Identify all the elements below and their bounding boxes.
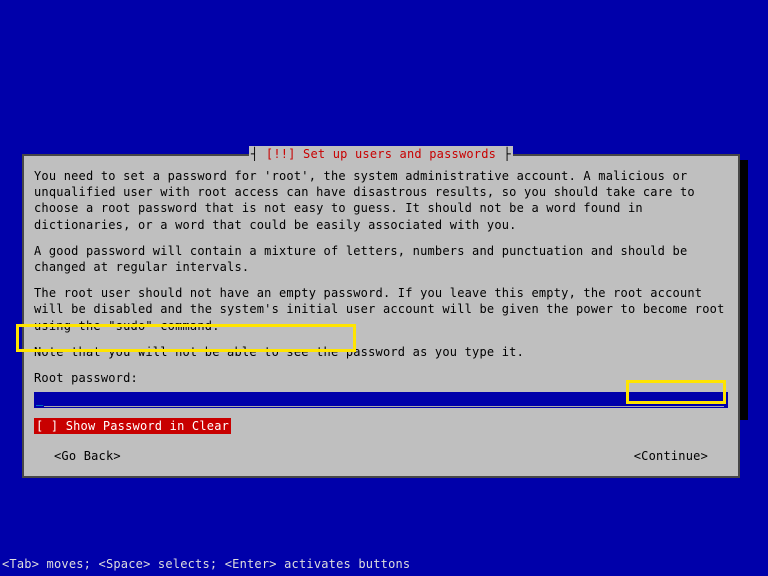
go-back-button[interactable]: <Go Back> (54, 448, 121, 464)
text-cursor-icon: _ (36, 391, 43, 407)
dialog-title-prefix: [!!] (266, 147, 303, 161)
footer-hint: <Tab> moves; <Space> selects; <Enter> ac… (2, 556, 410, 572)
dialog-paragraph-4: Note that you will not be able to see th… (34, 344, 728, 360)
dialog-title-wrap: ┤ [!!] Set up users and passwords ├ (24, 146, 738, 162)
installer-dialog: ┤ [!!] Set up users and passwords ├ You … (22, 154, 740, 478)
password-field-label: Root password: (34, 370, 728, 386)
continue-button[interactable]: <Continue> (634, 448, 708, 464)
root-password-input[interactable]: _ (34, 392, 728, 408)
show-password-checkbox[interactable]: [ ] Show Password in Clear (34, 418, 231, 434)
dialog-paragraph-1: You need to set a password for 'root', t… (34, 168, 728, 233)
dialog-title-text: Set up users and passwords (303, 147, 496, 161)
dialog-title: ┤ [!!] Set up users and passwords ├ (249, 146, 513, 162)
dialog-paragraph-2: A good password will contain a mixture o… (34, 243, 728, 275)
dialog-nav-row: <Go Back> <Continue> (34, 444, 728, 466)
input-underline (44, 406, 724, 407)
dialog-paragraph-3: The root user should not have an empty p… (34, 285, 728, 334)
